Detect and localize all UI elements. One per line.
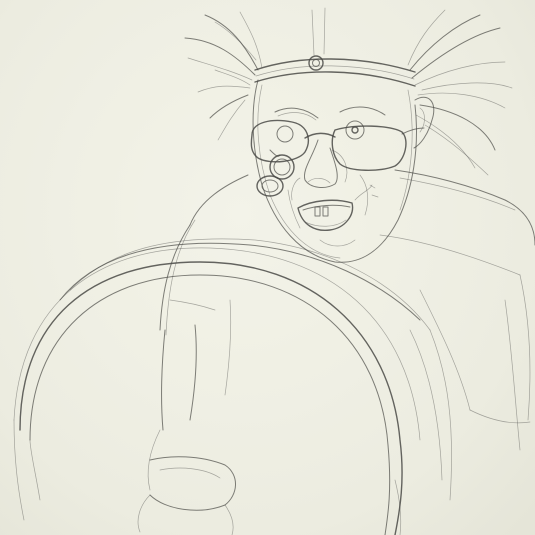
paper-texture	[0, 0, 535, 535]
pencil-sketch	[0, 0, 535, 535]
sketch-canvas	[0, 0, 535, 535]
